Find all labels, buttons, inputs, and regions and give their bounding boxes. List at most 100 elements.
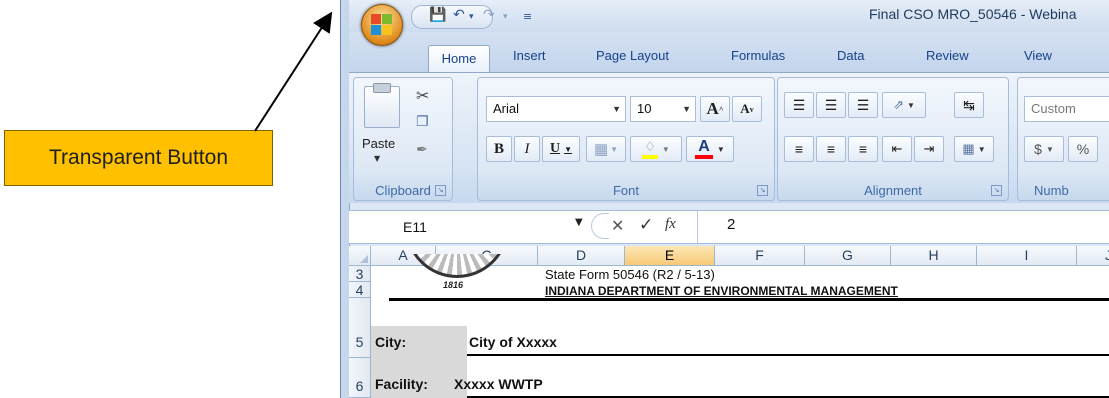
city-label: City: [375,334,407,350]
font-launcher-icon[interactable]: ↘ [757,185,768,196]
clipboard-group: Paste ▼ ✂ ❐ ✒ Clipboard ↘ [353,77,453,201]
city-value[interactable]: City of Xxxxx [469,334,557,350]
formula-bar-divider [697,211,698,243]
save-icon[interactable]: 💾 [429,7,446,23]
align-left-button[interactable]: ≡ [784,136,814,162]
facility-value[interactable]: Xxxxx WWTP [454,376,543,392]
paste-dropdown-icon[interactable]: ▼ [374,154,380,163]
fill-color-button[interactable]: ♢ ▼ [630,136,682,162]
office-button[interactable] [361,4,403,46]
row-header-3[interactable]: 3 [349,266,371,282]
alignment-launcher-icon[interactable]: ↘ [991,185,1002,196]
align-right-button[interactable]: ≡ [848,136,878,162]
formula-input[interactable]: 2 [727,216,735,233]
row-header-5[interactable]: 5 [349,298,371,358]
merge-center-button[interactable]: ▦ ▼ [954,136,994,162]
title-bar: 💾 ↶ ▾ ↷ ▾ ≡ Final CSO MRO_50546 - Webina [349,0,1109,32]
cancel-icon[interactable]: ✕ [611,216,624,235]
paste-button[interactable]: Paste [362,136,395,151]
font-group-label: Font [612,183,639,198]
align-center-button[interactable]: ≡ [816,136,846,162]
cell-department[interactable]: INDIANA DEPARTMENT OF ENVIRONMENTAL MANA… [545,284,898,298]
formula-bar: E11 ▼ ✕ ✓ fx 2 [349,210,1109,244]
align-bottom-button[interactable]: ☰ [848,92,878,118]
worksheet-grid: A C D E F G H I J 3 4 5 6 1816 State For… [349,246,1109,398]
ribbon-tabs: Home Insert Page Layout Formulas Data Re… [349,32,1109,72]
grow-font-button[interactable]: A ^ [700,96,730,122]
cell-state-form[interactable]: State Form 50546 (R2 / 5-13) [545,267,715,282]
column-header-j[interactable]: J [1077,246,1109,265]
tab-formulas[interactable]: Formulas [731,48,785,63]
redo-icon[interactable]: ↷ [483,7,495,23]
tab-insert[interactable]: Insert [513,48,546,63]
callout-transparent-button: Transparent Button [4,130,273,186]
customize-qat-icon[interactable]: ≡ [523,10,532,23]
row-header-6[interactable]: 6 [349,358,371,398]
cut-icon[interactable]: ✂ [416,86,429,105]
column-header-h[interactable]: H [891,246,977,265]
alignment-group: ☰ ☰ ☰ ⇗ ▼ ↹ ≡ ≡ ≡ ⇤ ⇥ ▦ ▼ Alignment ↘ [777,77,1009,201]
paste-icon [364,83,400,128]
shrink-font-button[interactable]: Av [732,96,762,122]
enter-icon[interactable]: ✓ [639,215,653,235]
align-middle-button[interactable]: ☰ [816,92,846,118]
column-header-g[interactable]: G [805,246,891,265]
excel-window: 💾 ↶ ▾ ↷ ▾ ≡ Final CSO MRO_50546 - Webina… [340,0,1109,398]
redo-dropdown-icon[interactable]: ▾ [503,12,508,22]
fill-color-icon: ♢ [642,139,658,159]
tab-page-layout[interactable]: Page Layout [596,48,669,63]
column-header-d[interactable]: D [538,246,625,265]
ribbon: Paste ▼ ✂ ❐ ✒ Clipboard ↘ Arial ▼ 10 ▼ A ^ … [349,72,1109,203]
font-name-dropdown-icon[interactable]: ▼ [612,97,621,121]
tab-data[interactable]: Data [837,48,864,63]
font-color-button[interactable]: A ▼ [686,136,734,162]
borders-button[interactable]: ▦ ▼ [586,136,626,162]
font-group: Arial ▼ 10 ▼ A ^ Av B I U ▼ ▦ ▼ ♢ ▼ A ▼ Font ↘ [477,77,775,201]
select-all-corner[interactable] [349,246,371,265]
name-box[interactable]: E11 [357,215,479,239]
tab-view[interactable]: View [1024,48,1052,63]
decrease-indent-button[interactable]: ⇤ [882,136,912,162]
seal-image: 1816 [399,254,519,294]
insert-function-icon[interactable]: fx [665,216,676,233]
tab-home[interactable]: Home [428,45,490,72]
font-size-combo[interactable]: 10 ▼ [630,96,696,122]
percent-button[interactable]: % [1068,136,1098,162]
italic-button[interactable]: I [514,136,540,162]
font-color-icon: A [695,139,713,159]
undo-icon[interactable]: ↶ [453,7,465,23]
column-header-i[interactable]: I [977,246,1077,265]
column-header-e[interactable]: E [625,246,715,265]
section-border [389,298,1109,301]
office-logo-icon [371,14,393,36]
wrap-text-button[interactable]: ↹ [954,92,984,118]
number-format-combo[interactable]: Custom [1024,96,1109,122]
bold-button[interactable]: B [486,136,512,162]
city-underline [467,354,1109,356]
clipboard-launcher-icon[interactable]: ↘ [435,185,446,196]
number-group-label: Numb [1034,183,1069,198]
underline-button[interactable]: U ▼ [542,136,580,162]
alignment-group-label: Alignment [864,183,922,198]
name-box-dropdown-icon[interactable]: ▼ [575,217,583,228]
callout-label: Transparent Button [49,146,228,169]
copy-icon[interactable]: ❐ [416,114,429,130]
increase-indent-button[interactable]: ⇥ [914,136,944,162]
currency-button[interactable]: $ ▼ [1024,136,1064,162]
number-group: Custom $ ▼ % Numb [1017,77,1109,201]
seal-year: 1816 [443,280,464,290]
row-header-4[interactable]: 4 [349,282,371,298]
align-top-button[interactable]: ☰ [784,92,814,118]
column-header-f[interactable]: F [715,246,805,265]
facility-label: Facility: [375,376,428,392]
font-size-dropdown-icon[interactable]: ▼ [682,97,691,121]
window-title: Final CSO MRO_50546 - Webina [869,6,1077,22]
undo-dropdown-icon[interactable]: ▾ [469,12,474,22]
callout-arrow [254,11,333,132]
font-name-combo[interactable]: Arial ▼ [486,96,626,122]
formula-bar-handle[interactable] [591,213,609,239]
tab-review[interactable]: Review [926,48,969,63]
orientation-button[interactable]: ⇗ ▼ [882,92,926,118]
qat-background [411,5,493,29]
format-painter-icon[interactable]: ✒ [416,142,428,158]
